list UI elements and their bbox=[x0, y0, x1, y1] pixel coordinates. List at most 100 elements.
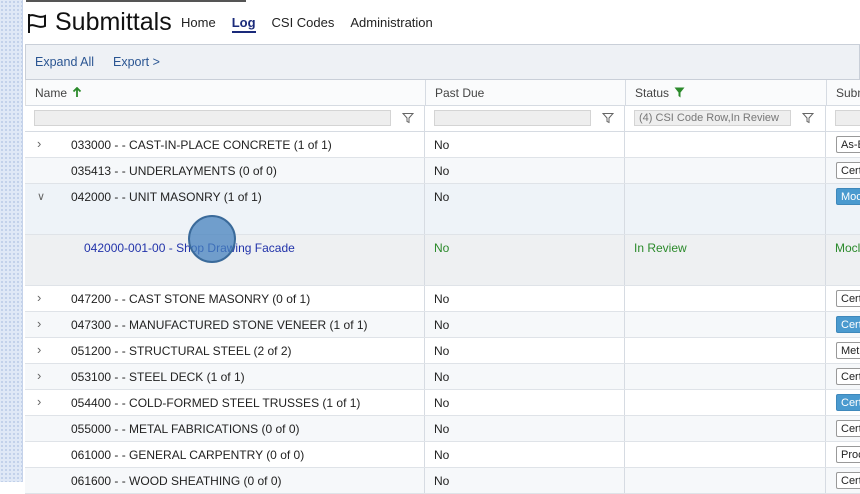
column-divider bbox=[425, 80, 426, 105]
table-row[interactable]: 061000 - - GENERAL CARPENTRY (0 of 0) No P… bbox=[25, 442, 860, 468]
flag-icon bbox=[28, 14, 46, 33]
column-divider bbox=[624, 442, 625, 467]
click-indicator bbox=[188, 215, 236, 263]
column-divider bbox=[825, 132, 826, 157]
child-row[interactable]: 042000-001-00 - Shop Drawing FacadeNoIn … bbox=[25, 235, 860, 286]
column-divider bbox=[624, 286, 625, 311]
nav-csi-codes[interactable]: CSI Codes bbox=[272, 15, 335, 33]
column-divider bbox=[624, 468, 625, 493]
filter-icon[interactable] bbox=[602, 112, 614, 124]
table-row[interactable]: › 033000 - - CAST-IN-PLACE CONCRETE (1 of… bbox=[25, 132, 860, 158]
type-badge: Cert bbox=[836, 472, 860, 489]
status-filter-input[interactable]: (4) CSI Code Row,In Review bbox=[634, 110, 791, 126]
row-name: 047300 - - MANUFACTURED STONE VENEER (1 … bbox=[71, 318, 368, 332]
column-divider bbox=[825, 184, 826, 234]
filter-icon[interactable] bbox=[402, 112, 414, 124]
table-row[interactable]: › 054400 - - COLD-FORMED STEEL TRUSSES (1… bbox=[25, 390, 860, 416]
column-divider bbox=[825, 106, 826, 131]
column-divider bbox=[424, 390, 425, 415]
table-row[interactable]: › 047200 - - CAST STONE MASONRY (0 of 1) N… bbox=[25, 286, 860, 312]
column-header-name[interactable]: Name bbox=[35, 86, 82, 100]
column-divider bbox=[624, 106, 625, 131]
column-divider bbox=[825, 468, 826, 493]
expand-all-button[interactable]: Expand All bbox=[35, 55, 94, 69]
type-filter-input[interactable] bbox=[835, 110, 860, 126]
top-cut-text bbox=[26, 0, 256, 3]
chevron-right-icon[interactable]: › bbox=[37, 368, 41, 383]
filter-icon[interactable] bbox=[802, 112, 814, 124]
name-filter-input[interactable] bbox=[34, 110, 391, 126]
top-nav: Home Log CSI Codes Administration bbox=[181, 15, 449, 33]
table-row[interactable]: › 053100 - - STEEL DECK (1 of 1) No Cert bbox=[25, 364, 860, 390]
row-name: 035413 - - UNDERLAYMENTS (0 of 0) bbox=[71, 164, 277, 178]
column-divider bbox=[424, 416, 425, 441]
nav-log[interactable]: Log bbox=[231, 15, 256, 33]
type-badge: Cert bbox=[836, 316, 860, 333]
row-name: 051200 - - STRUCTURAL STEEL (2 of 2) bbox=[71, 344, 292, 358]
column-divider bbox=[825, 416, 826, 441]
chevron-right-icon[interactable]: › bbox=[37, 136, 41, 151]
column-divider bbox=[624, 390, 625, 415]
past-due-filter-input[interactable] bbox=[434, 110, 591, 126]
column-header-past-due[interactable]: Past Due bbox=[435, 86, 484, 100]
row-name: 061600 - - WOOD SHEATHING (0 of 0) bbox=[71, 474, 282, 488]
column-divider bbox=[825, 312, 826, 337]
column-divider bbox=[424, 468, 425, 493]
column-divider bbox=[825, 286, 826, 311]
chevron-right-icon[interactable]: › bbox=[37, 342, 41, 357]
sort-up-icon bbox=[73, 86, 82, 97]
column-divider bbox=[424, 235, 425, 285]
filter-active-icon bbox=[674, 87, 685, 98]
past-due-value: No bbox=[434, 396, 450, 410]
table-row[interactable]: 055000 - - METAL FABRICATIONS (0 of 0) No… bbox=[25, 416, 860, 442]
export-button[interactable]: Export > bbox=[113, 55, 160, 69]
column-divider bbox=[826, 80, 827, 105]
column-divider bbox=[624, 338, 625, 363]
past-due-value: No bbox=[434, 292, 450, 306]
grid-header: Name Past Due Status Subm bbox=[25, 80, 860, 106]
left-strip bbox=[0, 0, 23, 482]
filter-row: (4) CSI Code Row,In Review bbox=[25, 106, 860, 132]
table-row[interactable]: 061600 - - WOOD SHEATHING (0 of 0) No Cert bbox=[25, 468, 860, 494]
type-badge: Met bbox=[836, 342, 860, 359]
table-row[interactable]: 035413 - - UNDERLAYMENTS (0 of 0) No Cert bbox=[25, 158, 860, 184]
past-due-value: No bbox=[434, 138, 450, 152]
nav-home[interactable]: Home bbox=[181, 15, 216, 33]
grid-body: › 033000 - - CAST-IN-PLACE CONCRETE (1 of… bbox=[25, 132, 860, 494]
table-row[interactable]: ∨ 042000 - - UNIT MASONRY (1 of 1) No Moc bbox=[25, 184, 860, 235]
type-badge: Cert bbox=[836, 368, 860, 385]
column-divider bbox=[424, 184, 425, 234]
past-due-value: No bbox=[434, 370, 450, 384]
type-badge: Moc bbox=[836, 188, 860, 205]
chevron-right-icon[interactable]: › bbox=[37, 316, 41, 331]
column-divider bbox=[424, 286, 425, 311]
column-divider bbox=[424, 158, 425, 183]
column-divider bbox=[624, 312, 625, 337]
chevron-right-icon[interactable]: › bbox=[37, 290, 41, 305]
table-row[interactable]: › 051200 - - STRUCTURAL STEEL (2 of 2) No M… bbox=[25, 338, 860, 364]
column-divider bbox=[624, 158, 625, 183]
column-divider bbox=[825, 442, 826, 467]
past-due-value: No bbox=[434, 474, 450, 488]
chevron-right-icon[interactable]: › bbox=[37, 394, 41, 409]
table-row[interactable]: › 047300 - - MANUFACTURED STONE VENEER (1… bbox=[25, 312, 860, 338]
past-due-value: No bbox=[434, 448, 450, 462]
column-divider bbox=[624, 235, 625, 285]
column-divider bbox=[424, 132, 425, 157]
row-name: 055000 - - METAL FABRICATIONS (0 of 0) bbox=[71, 422, 300, 436]
row-name: 033000 - - CAST-IN-PLACE CONCRETE (1 of … bbox=[71, 138, 332, 152]
column-divider bbox=[424, 338, 425, 363]
column-divider bbox=[424, 364, 425, 389]
type-badge: Cert bbox=[836, 162, 860, 179]
row-name: 053100 - - STEEL DECK (1 of 1) bbox=[71, 370, 245, 384]
chevron-down-icon[interactable]: ∨ bbox=[37, 190, 45, 203]
past-due-value: No bbox=[434, 164, 450, 178]
column-header-status[interactable]: Status bbox=[635, 86, 685, 100]
column-header-type[interactable]: Subm bbox=[836, 86, 860, 100]
page-title: Submittals bbox=[55, 8, 172, 36]
row-name: 047200 - - CAST STONE MASONRY (0 of 1) bbox=[71, 292, 311, 306]
nav-administration[interactable]: Administration bbox=[350, 15, 432, 33]
toolbar: Expand All Export > bbox=[25, 44, 860, 80]
past-due-value: No bbox=[434, 318, 450, 332]
type-badge: Cert bbox=[836, 420, 860, 437]
